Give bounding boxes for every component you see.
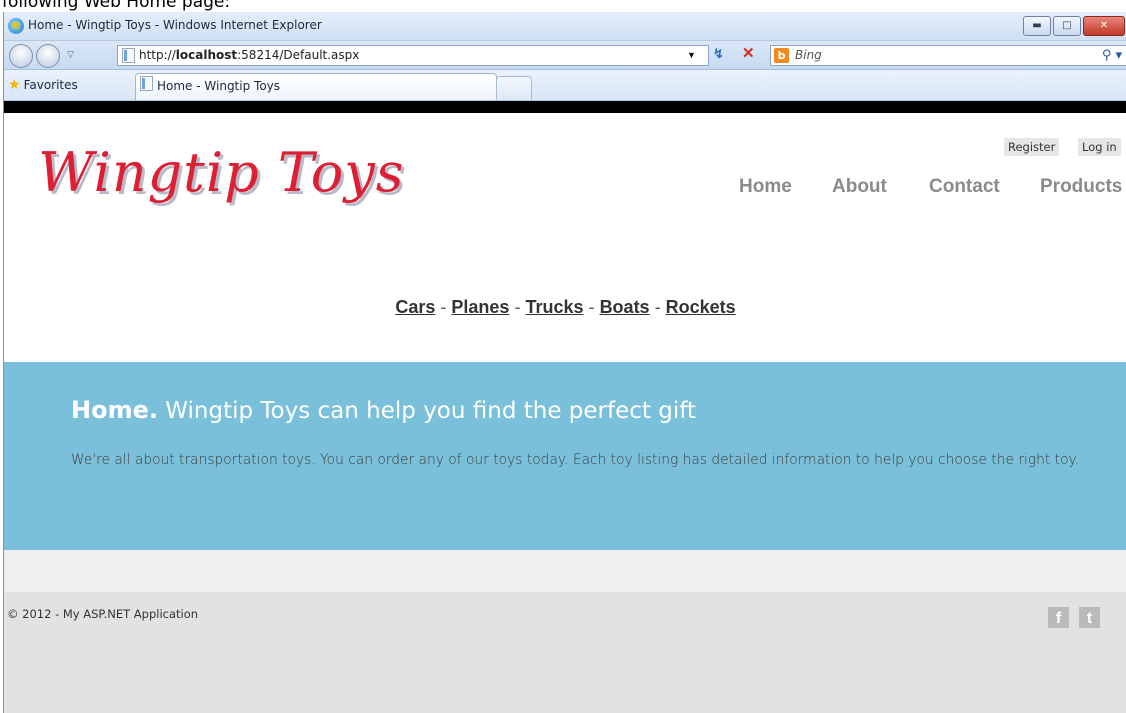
tab-page-icon: [140, 76, 153, 91]
category-separator: -: [440, 297, 447, 317]
facebook-icon[interactable]: f: [1048, 607, 1069, 628]
maximize-button[interactable]: □: [1053, 16, 1081, 36]
nav-about[interactable]: About: [832, 176, 887, 198]
favorites-button[interactable]: ★ Favorites: [8, 77, 78, 93]
featured-title-text: Wingtip Toys can help you find the perfe…: [165, 398, 696, 424]
internet-explorer-icon: e: [8, 18, 24, 34]
copyright-text: © 2012 - My ASP.NET Application: [7, 607, 199, 621]
site-header: Wingtip Toys Register Log in Home About …: [4, 113, 1126, 317]
url-host: localhost: [175, 48, 238, 62]
category-cars[interactable]: Cars: [395, 297, 435, 317]
url-rest: :58214/Default.aspx: [237, 48, 360, 62]
window-controls: ▬ □ ✕: [1023, 16, 1125, 36]
main-content: [4, 550, 1126, 592]
favorites-label: Favorites: [23, 78, 78, 92]
site-top-bar: [4, 101, 1126, 113]
featured-section: Home. Wingtip Toys can help you find the…: [4, 362, 1126, 550]
browser-window: e Home - Wingtip Toys - Windows Internet…: [3, 12, 1126, 713]
nav-contact[interactable]: Contact: [929, 176, 1000, 198]
nav-home[interactable]: Home: [739, 176, 792, 198]
page-icon: [122, 48, 135, 63]
category-menu: Cars - Planes - Trucks - Boats - Rockets: [4, 297, 1126, 318]
search-input[interactable]: b Bing ⚲ ▾: [770, 45, 1126, 66]
compatibility-refresh-icon[interactable]: ↯: [713, 46, 724, 62]
category-planes[interactable]: Planes: [451, 297, 509, 317]
login-link[interactable]: Log in: [1078, 138, 1121, 156]
featured-title-bold: Home.: [71, 396, 158, 424]
site-footer: © 2012 - My ASP.NET Application f t: [4, 592, 1126, 713]
category-trucks[interactable]: Trucks: [525, 297, 583, 317]
star-icon: ★: [8, 77, 21, 93]
close-button[interactable]: ✕: [1083, 16, 1125, 36]
search-icon[interactable]: ⚲ ▾: [1102, 46, 1122, 65]
search-provider-label: Bing: [795, 48, 822, 62]
featured-description: We're all about transportation toys. You…: [71, 452, 1080, 468]
minimize-button[interactable]: ▬: [1023, 16, 1051, 36]
history-dropdown-icon[interactable]: ▽: [67, 49, 74, 60]
category-rockets[interactable]: Rockets: [666, 297, 736, 317]
featured-heading: Home. Wingtip Toys can help you find the…: [71, 396, 696, 424]
title-bar[interactable]: e Home - Wingtip Toys - Windows Internet…: [4, 12, 1126, 41]
category-separator: -: [588, 297, 595, 317]
new-tab-button[interactable]: [496, 76, 532, 100]
url-prefix: http://: [139, 48, 176, 62]
address-toolbar: ▽ http://localhost:58214/Default.aspx ▼ …: [4, 41, 1126, 70]
address-dropdown-icon[interactable]: ▼: [687, 50, 696, 60]
category-separator: -: [514, 297, 521, 317]
twitter-icon[interactable]: t: [1079, 607, 1100, 628]
register-link[interactable]: Register: [1004, 138, 1060, 156]
tab-home[interactable]: Home - Wingtip Toys: [135, 73, 497, 100]
favorites-bar: ★ Favorites Home - Wingtip Toys: [4, 70, 1126, 101]
category-separator: -: [654, 297, 661, 317]
document-caption: following Web Home page:: [2, 0, 231, 12]
window-title: Home - Wingtip Toys - Windows Internet E…: [28, 18, 322, 32]
tab-label: Home - Wingtip Toys: [157, 79, 281, 93]
bing-icon: b: [774, 48, 789, 63]
category-boats[interactable]: Boats: [600, 297, 650, 317]
address-input[interactable]: http://localhost:58214/Default.aspx: [117, 45, 709, 66]
nav-products[interactable]: Products: [1040, 176, 1122, 198]
stop-icon[interactable]: ✕: [742, 44, 755, 62]
back-button[interactable]: [9, 44, 33, 68]
forward-button[interactable]: [36, 44, 60, 68]
site-logo[interactable]: Wingtip Toys: [38, 141, 404, 204]
